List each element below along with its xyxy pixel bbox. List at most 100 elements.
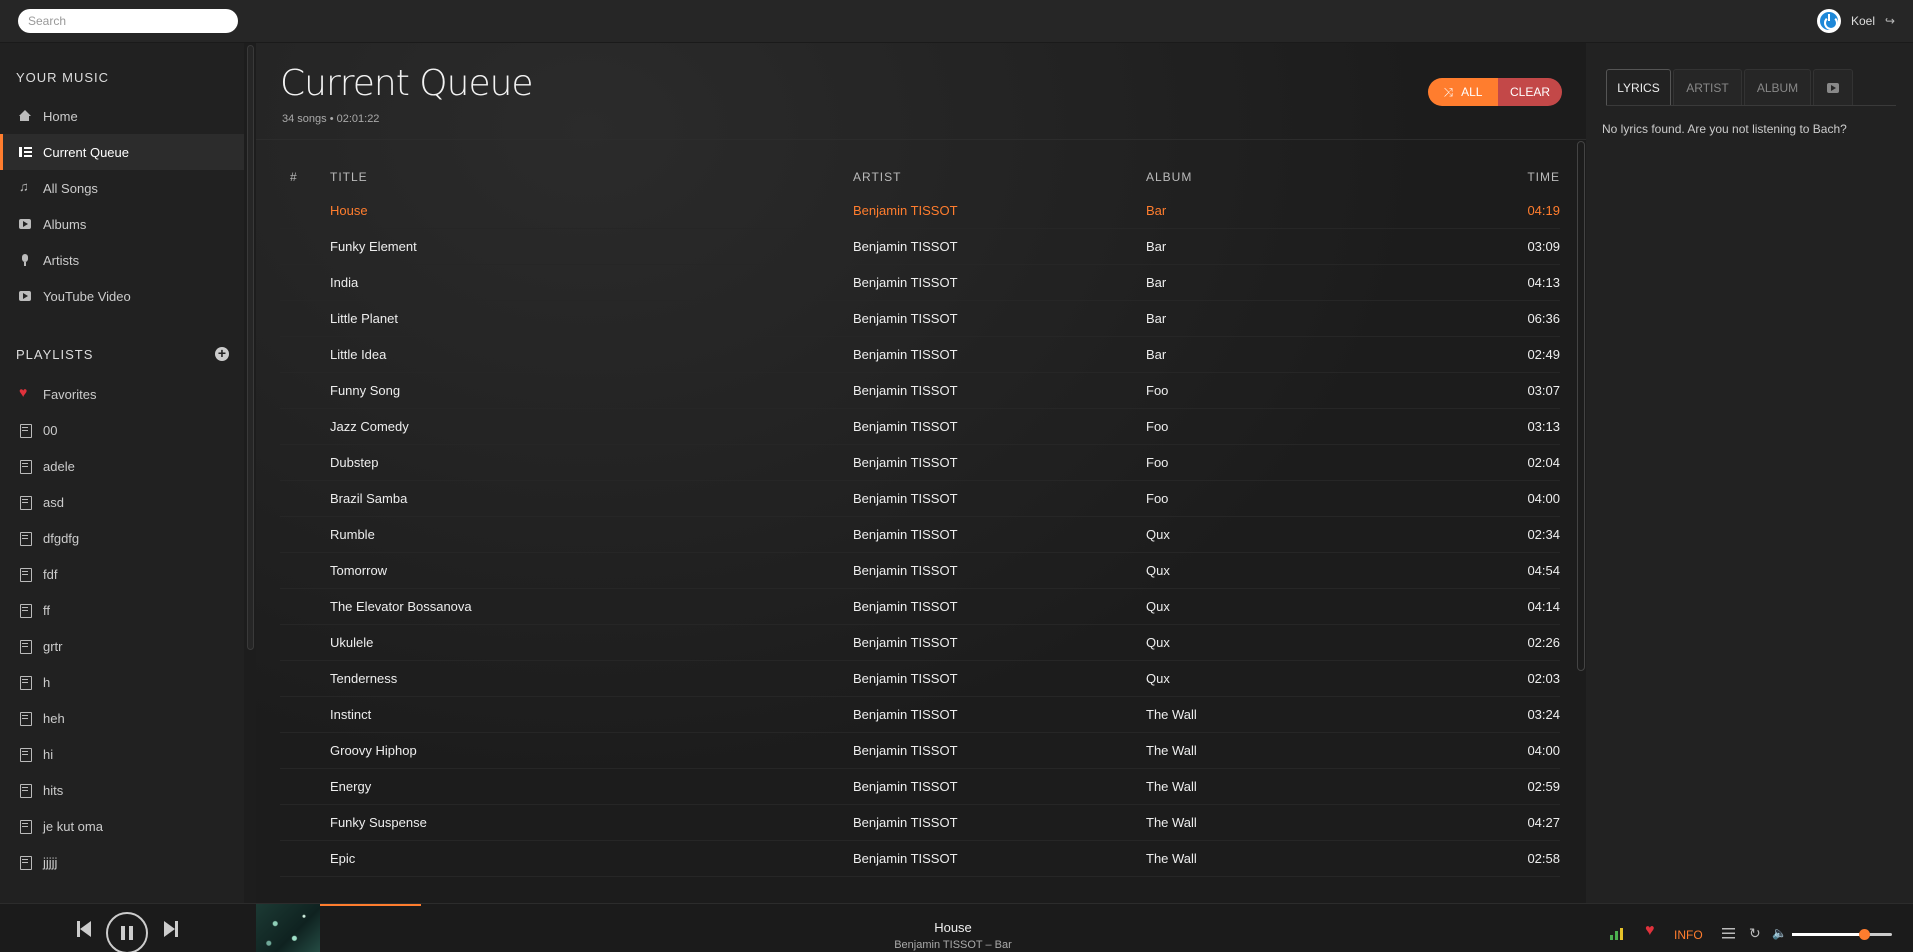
sidebar-item-all-songs[interactable]: All Songs: [0, 170, 244, 206]
song-artist[interactable]: Benjamin TISSOT: [853, 707, 1146, 722]
song-album[interactable]: Foo: [1146, 419, 1446, 434]
table-row[interactable]: Rumble Benjamin TISSOT Qux 02:34: [280, 517, 1560, 553]
song-artist[interactable]: Benjamin TISSOT: [853, 455, 1146, 470]
playlist-item-favorites[interactable]: Favorites: [0, 376, 244, 412]
playlist-item[interactable]: hi: [0, 736, 244, 772]
song-album[interactable]: Bar: [1146, 239, 1446, 254]
album-cover[interactable]: [256, 904, 320, 952]
next-track-button[interactable]: [164, 920, 180, 938]
song-album[interactable]: Qux: [1146, 599, 1446, 614]
table-row[interactable]: Instinct Benjamin TISSOT The Wall 03:24: [280, 697, 1560, 733]
sidebar-item-home[interactable]: Home: [0, 98, 244, 134]
main-scrollbar[interactable]: [1577, 141, 1585, 671]
song-artist[interactable]: Benjamin TISSOT: [853, 419, 1146, 434]
song-album[interactable]: Qux: [1146, 635, 1446, 650]
pause-button[interactable]: [106, 912, 148, 952]
playlist-item[interactable]: hits: [0, 772, 244, 808]
previous-track-button[interactable]: [77, 920, 93, 938]
column-header-time[interactable]: TIME: [1446, 170, 1560, 184]
song-artist[interactable]: Benjamin TISSOT: [853, 779, 1146, 794]
song-artist[interactable]: Benjamin TISSOT: [853, 851, 1146, 866]
table-row[interactable]: Jazz Comedy Benjamin TISSOT Foo 03:13: [280, 409, 1560, 445]
tab-artist[interactable]: ARTIST: [1673, 69, 1742, 105]
favorite-heart-icon[interactable]: ♥: [1645, 923, 1655, 939]
logout-icon[interactable]: ↪: [1885, 14, 1899, 28]
song-album[interactable]: The Wall: [1146, 815, 1446, 830]
playlist-item[interactable]: grtr: [0, 628, 244, 664]
song-artist[interactable]: Benjamin TISSOT: [853, 203, 1146, 218]
song-album[interactable]: Bar: [1146, 275, 1446, 290]
table-row[interactable]: Dubstep Benjamin TISSOT Foo 02:04: [280, 445, 1560, 481]
song-artist[interactable]: Benjamin TISSOT: [853, 635, 1146, 650]
table-row[interactable]: Energy Benjamin TISSOT The Wall 02:59: [280, 769, 1560, 805]
playlist-item[interactable]: heh: [0, 700, 244, 736]
table-row[interactable]: House Benjamin TISSOT Bar 04:19: [280, 193, 1560, 229]
table-row[interactable]: Groovy Hiphop Benjamin TISSOT The Wall 0…: [280, 733, 1560, 769]
song-artist[interactable]: Benjamin TISSOT: [853, 311, 1146, 326]
volume-icon[interactable]: 🔈: [1772, 926, 1787, 940]
song-album[interactable]: The Wall: [1146, 851, 1446, 866]
repeat-icon[interactable]: ↻: [1749, 926, 1761, 940]
username[interactable]: Koel: [1851, 14, 1875, 28]
playlist-item[interactable]: h: [0, 664, 244, 700]
tab-lyrics[interactable]: LYRICS: [1606, 69, 1671, 105]
song-artist[interactable]: Benjamin TISSOT: [853, 275, 1146, 290]
playlist-item[interactable]: dfgdfg: [0, 520, 244, 556]
shuffle-all-button[interactable]: ⤨ ALL: [1428, 78, 1498, 106]
song-artist[interactable]: Benjamin TISSOT: [853, 743, 1146, 758]
table-row[interactable]: Epic Benjamin TISSOT The Wall 02:58: [280, 841, 1560, 877]
song-album[interactable]: Qux: [1146, 563, 1446, 578]
sidebar-item-artists[interactable]: Artists: [0, 242, 244, 278]
song-album[interactable]: Bar: [1146, 311, 1446, 326]
tab-album[interactable]: ALBUM: [1744, 69, 1811, 105]
song-album[interactable]: Bar: [1146, 203, 1446, 218]
sidebar-item-current-queue[interactable]: Current Queue: [0, 134, 244, 170]
song-album[interactable]: Bar: [1146, 347, 1446, 362]
song-album[interactable]: Foo: [1146, 491, 1446, 506]
column-header-album[interactable]: ALBUM: [1146, 170, 1446, 184]
playlist-item[interactable]: fdf: [0, 556, 244, 592]
song-artist[interactable]: Benjamin TISSOT: [853, 347, 1146, 362]
column-header-number[interactable]: #: [280, 170, 330, 184]
column-header-artist[interactable]: ARTIST: [853, 170, 1146, 184]
sidebar-item-youtube-video[interactable]: YouTube Video: [0, 278, 244, 314]
song-artist[interactable]: Benjamin TISSOT: [853, 491, 1146, 506]
sidebar-item-albums[interactable]: Albums: [0, 206, 244, 242]
volume-slider[interactable]: [1792, 929, 1892, 940]
sidebar-scrollbar[interactable]: [247, 45, 254, 650]
column-header-title[interactable]: TITLE: [330, 170, 853, 184]
playlist-item[interactable]: jjjjj: [0, 844, 244, 880]
song-artist[interactable]: Benjamin TISSOT: [853, 671, 1146, 686]
song-artist[interactable]: Benjamin TISSOT: [853, 239, 1146, 254]
song-artist[interactable]: Benjamin TISSOT: [853, 383, 1146, 398]
song-album[interactable]: Qux: [1146, 527, 1446, 542]
tab-youtube[interactable]: [1813, 69, 1853, 105]
volume-knob[interactable]: [1859, 929, 1870, 940]
playlist-item[interactable]: 00: [0, 412, 244, 448]
table-row[interactable]: Funky Element Benjamin TISSOT Bar 03:09: [280, 229, 1560, 265]
table-row[interactable]: Tenderness Benjamin TISSOT Qux 02:03: [280, 661, 1560, 697]
song-album[interactable]: Foo: [1146, 383, 1446, 398]
clear-queue-button[interactable]: CLEAR: [1498, 78, 1562, 106]
song-artist[interactable]: Benjamin TISSOT: [853, 563, 1146, 578]
table-row[interactable]: India Benjamin TISSOT Bar 04:13: [280, 265, 1560, 301]
table-row[interactable]: Tomorrow Benjamin TISSOT Qux 04:54: [280, 553, 1560, 589]
song-artist[interactable]: Benjamin TISSOT: [853, 815, 1146, 830]
table-row[interactable]: Little Idea Benjamin TISSOT Bar 02:49: [280, 337, 1560, 373]
table-row[interactable]: Little Planet Benjamin TISSOT Bar 06:36: [280, 301, 1560, 337]
add-playlist-button[interactable]: +: [215, 346, 229, 361]
playlist-item[interactable]: adele: [0, 448, 244, 484]
song-album[interactable]: The Wall: [1146, 707, 1446, 722]
table-row[interactable]: Funky Suspense Benjamin TISSOT The Wall …: [280, 805, 1560, 841]
song-artist[interactable]: Benjamin TISSOT: [853, 527, 1146, 542]
equalizer-settings-icon[interactable]: [1722, 928, 1735, 939]
info-toggle-button[interactable]: INFO: [1674, 928, 1703, 942]
song-album[interactable]: The Wall: [1146, 743, 1446, 758]
table-row[interactable]: Funny Song Benjamin TISSOT Foo 03:07: [280, 373, 1560, 409]
song-album[interactable]: Foo: [1146, 455, 1446, 470]
song-album[interactable]: Qux: [1146, 671, 1446, 686]
playlist-item[interactable]: asd: [0, 484, 244, 520]
playlist-item[interactable]: je kut oma: [0, 808, 244, 844]
avatar[interactable]: [1816, 9, 1841, 33]
progress-bar[interactable]: [320, 904, 1586, 906]
